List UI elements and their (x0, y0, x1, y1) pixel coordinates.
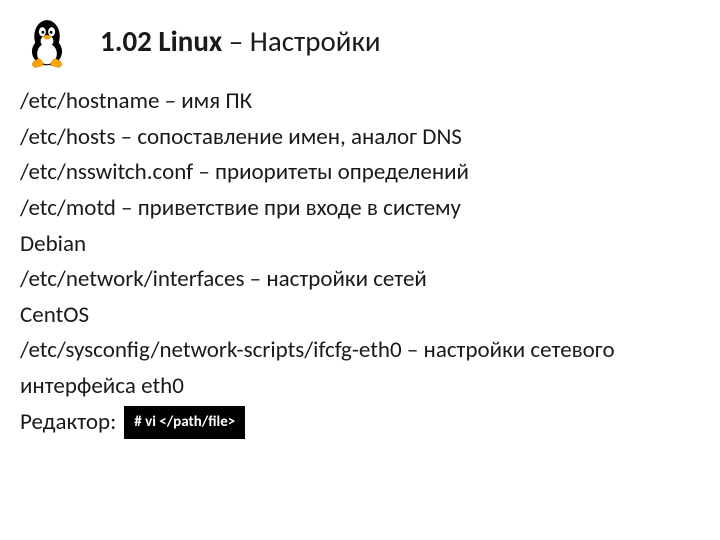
command-box: # vi </path/file> (124, 406, 245, 439)
config-line: /etc/hosts – сопоставление имен, аналог … (20, 120, 702, 156)
slide-title: 1.02 Linux – Настройки (100, 23, 381, 59)
config-line: /etc/network/interfaces – настройки сете… (20, 262, 702, 298)
distro-label: Debian (20, 227, 702, 263)
distro-label: CentOS (20, 298, 702, 334)
tux-icon (18, 12, 76, 70)
slide: 1.02 Linux – Настройки /etc/hostname – и… (0, 0, 720, 452)
config-line: /etc/hostname – имя ПК (20, 84, 702, 120)
slide-header: 1.02 Linux – Настройки (18, 12, 702, 70)
config-line: /etc/nsswitch.conf – приоритеты определе… (20, 155, 702, 191)
title-rest: – Настройки (222, 23, 380, 59)
config-line: /etc/sysconfig/network-scripts/ifcfg-eth… (20, 333, 702, 404)
editor-row: Редактор: # vi </path/file> (20, 405, 702, 441)
title-bold: 1.02 Linux (100, 23, 222, 59)
slide-content: /etc/hostname – имя ПК /etc/hosts – сопо… (18, 84, 702, 440)
config-line: /etc/motd – приветствие при входе в сист… (20, 191, 702, 227)
editor-label: Редактор: (20, 405, 116, 441)
